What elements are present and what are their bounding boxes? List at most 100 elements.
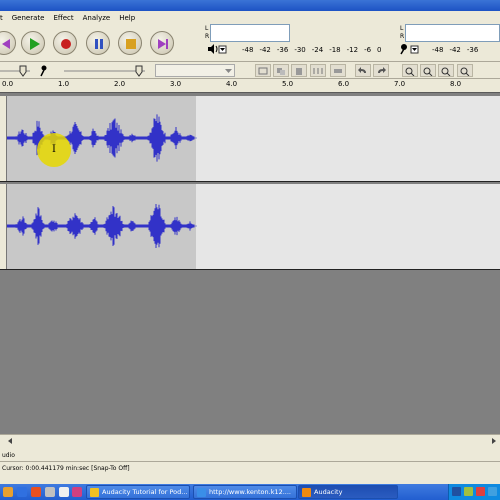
record-button[interactable] xyxy=(53,31,77,55)
redo-button[interactable] xyxy=(373,64,389,77)
undo-icon xyxy=(358,67,366,73)
ruler-label: 8.0 xyxy=(450,80,462,88)
play-icon xyxy=(30,38,40,50)
ruler-label: 7.0 xyxy=(394,80,406,88)
quicklaunch-icon[interactable] xyxy=(3,487,13,497)
taskbar-item[interactable]: Audacity Tutorial for Pod... xyxy=(86,485,190,499)
skip-to-end-button[interactable] xyxy=(150,31,174,55)
tray-icon[interactable] xyxy=(476,487,485,496)
taskbar-item-active[interactable]: Audacity xyxy=(298,485,398,499)
meter-tick: -6 xyxy=(364,46,372,54)
scroll-left-arrow-icon[interactable] xyxy=(6,437,14,445)
menu-item-generate[interactable]: Generate xyxy=(8,14,50,22)
ruler-label: 6.0 xyxy=(338,80,350,88)
menu-item-effect[interactable]: Effect xyxy=(49,14,78,22)
ruler-label: 1.0 xyxy=(58,80,70,88)
record-icon xyxy=(61,39,71,49)
copy-icon xyxy=(277,68,285,75)
audacity-doc-icon xyxy=(90,488,99,497)
fit-project-icon xyxy=(460,67,470,76)
track-border xyxy=(0,181,500,182)
zoom-in-button[interactable] xyxy=(402,64,418,77)
paste-icon xyxy=(296,68,302,75)
audacity-icon xyxy=(302,488,311,497)
meter-tick: -24 xyxy=(311,46,324,54)
speaker-icon[interactable] xyxy=(207,43,227,55)
stop-button[interactable] xyxy=(118,31,142,55)
meter-l-label: L xyxy=(205,25,209,32)
ruler-label: 3.0 xyxy=(170,80,182,88)
trim-icon xyxy=(258,67,268,75)
record-meter xyxy=(405,24,500,42)
silence-button[interactable] xyxy=(310,64,326,77)
timeline-ruler[interactable]: 0.0 1.0 2.0 3.0 4.0 5.0 6.0 7.0 8.0 xyxy=(0,79,500,93)
record-meter-l-label: L xyxy=(400,25,404,32)
audio-track-right[interactable] xyxy=(0,184,500,270)
microphone-icon[interactable] xyxy=(399,43,421,55)
ruler-label: 4.0 xyxy=(226,80,238,88)
tray-icon[interactable] xyxy=(488,487,497,496)
taskbar-item[interactable]: http://www.kenton.k12.... xyxy=(193,485,297,499)
paste-button[interactable] xyxy=(291,64,307,77)
meter-tick: -30 xyxy=(294,46,306,54)
pause-icon xyxy=(95,39,103,49)
playback-meter-scale: -48 -42 -36 -30 -24 -18 -12 -6 0 xyxy=(242,46,382,54)
audio-track-left[interactable] xyxy=(0,96,500,182)
record-meter-r-label: R xyxy=(400,33,405,40)
split-icon xyxy=(334,69,342,73)
silence-icon xyxy=(313,68,323,74)
trim-button[interactable] xyxy=(255,64,271,77)
browser-icon xyxy=(197,488,206,497)
quicklaunch-icon[interactable] xyxy=(45,487,55,497)
menu-item-partial[interactable]: t xyxy=(0,14,8,22)
status-bar: udio Cursor: 0:00.441179 min:sec [Snap-T… xyxy=(0,446,500,484)
i-beam-cursor-icon: I xyxy=(52,144,56,155)
ie-icon[interactable] xyxy=(17,487,27,497)
meter-tick: -42 xyxy=(259,46,271,54)
ruler-label: 0.0 xyxy=(2,80,14,88)
stop-icon xyxy=(126,39,136,49)
fit-selection-button[interactable] xyxy=(438,64,454,77)
copy-button[interactable] xyxy=(273,64,289,77)
windows-taskbar: Audacity Tutorial for Pod... http://www.… xyxy=(0,484,500,500)
fit-project-button[interactable] xyxy=(457,64,473,77)
zoom-out-button[interactable] xyxy=(420,64,436,77)
input-volume-slider[interactable] xyxy=(60,64,150,77)
quicklaunch-icon[interactable] xyxy=(72,487,82,497)
track-control-panel[interactable] xyxy=(0,184,7,270)
meter-tick: 0 xyxy=(377,46,382,54)
playback-meter xyxy=(210,24,290,42)
ruler-label: 2.0 xyxy=(114,80,126,88)
play-button[interactable] xyxy=(21,31,45,55)
pause-button[interactable] xyxy=(86,31,110,55)
menu-item-analyze[interactable]: Analyze xyxy=(79,14,116,22)
split-button[interactable] xyxy=(330,64,346,77)
menu-bar: t Generate Effect Analyze Help xyxy=(0,11,500,24)
input-mic-icon xyxy=(41,65,47,71)
system-tray xyxy=(448,484,500,500)
skip-end-icon xyxy=(158,39,168,49)
undo-button[interactable] xyxy=(355,64,371,77)
firefox-icon[interactable] xyxy=(31,487,41,497)
volume-slider[interactable] xyxy=(0,64,48,77)
quicklaunch-icon[interactable] xyxy=(59,487,69,497)
meter-tick: -42 xyxy=(449,46,461,54)
input-source-select[interactable] xyxy=(155,64,235,77)
track-control-panel[interactable] xyxy=(0,96,7,182)
skip-start-icon xyxy=(2,39,10,49)
zoom-in-icon xyxy=(405,67,415,76)
tray-icon[interactable] xyxy=(452,487,461,496)
redo-icon xyxy=(378,67,386,73)
horizontal-scrollbar[interactable] xyxy=(0,434,500,446)
status-cursor-position: Cursor: 0:00.441179 min:sec [Snap-To Off… xyxy=(2,465,130,472)
menu-item-help[interactable]: Help xyxy=(115,14,140,22)
skip-to-start-button[interactable] xyxy=(0,31,16,55)
waveform xyxy=(7,203,197,249)
window-title-bar xyxy=(0,0,500,11)
ruler-label: 5.0 xyxy=(282,80,294,88)
scroll-right-arrow-icon[interactable] xyxy=(490,437,498,445)
tray-icon[interactable] xyxy=(464,487,473,496)
record-meter-scale: -48 -42 -36 xyxy=(432,46,478,54)
mixer-edit-toolbar xyxy=(0,62,500,79)
control-toolbar: L R -48 -42 -36 -30 -24 -18 -12 -6 0 L R… xyxy=(0,24,500,62)
